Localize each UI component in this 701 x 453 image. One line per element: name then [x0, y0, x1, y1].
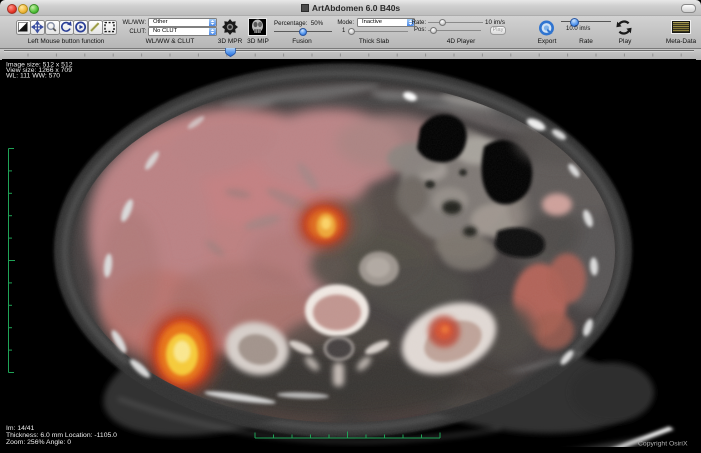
svg-text:WL: 111 WW: 570: WL: 111 WW: 570 — [6, 72, 60, 79]
svg-text:Im: 14/41: Im: 14/41 — [6, 425, 35, 432]
svg-text:Thickness: 6.0 mm Location: -1: Thickness: 6.0 mm Location: -1105.0 — [6, 432, 117, 439]
svg-text:Copyright OsiriX: Copyright OsiriX — [638, 440, 688, 447]
svg-text:Zoom: 256% Angle: 0: Zoom: 256% Angle: 0 — [6, 439, 71, 446]
